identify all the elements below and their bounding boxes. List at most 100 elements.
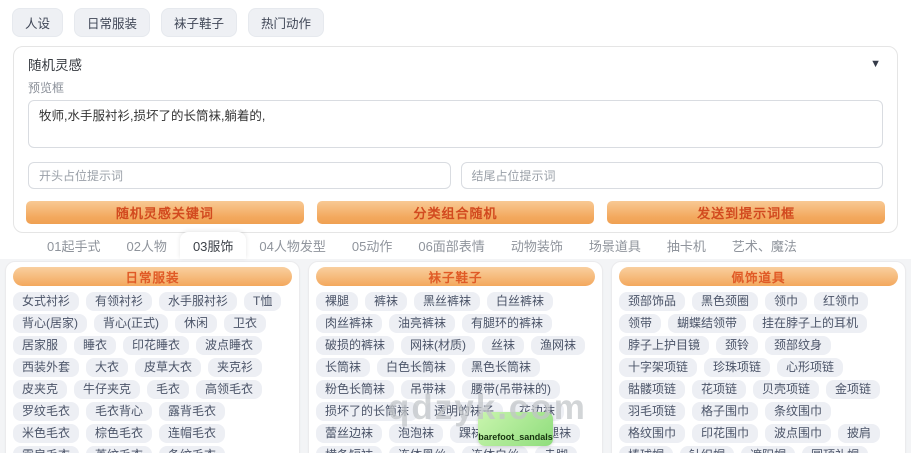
- tab-7[interactable]: 动物装饰: [498, 232, 576, 259]
- tag-pill[interactable]: 连体黑丝: [389, 446, 455, 453]
- tag-pill[interactable]: 背心(正式): [94, 314, 168, 333]
- top-tag-chip[interactable]: 日常服装: [74, 8, 150, 37]
- tag-pill[interactable]: 睡衣: [74, 336, 116, 355]
- tag-pill[interactable]: 渔网袜: [531, 336, 585, 355]
- tag-pill[interactable]: 裸腿: [316, 292, 358, 311]
- tag-pill[interactable]: 黑色长筒袜: [462, 358, 540, 377]
- tag-pill[interactable]: 水手服衬衫: [159, 292, 237, 311]
- tag-pill[interactable]: 珍珠项链: [704, 358, 770, 377]
- tag-pill[interactable]: 居家服: [13, 336, 67, 355]
- tag-pill[interactable]: 黑色颈圈: [692, 292, 758, 311]
- tag-pill[interactable]: 格子围巾: [692, 402, 758, 421]
- tab-5[interactable]: 05动作: [339, 232, 405, 259]
- tag-pill[interactable]: 披肩: [838, 424, 880, 443]
- tag-pill[interactable]: 肉丝裤袜: [316, 314, 382, 333]
- tab-10[interactable]: 艺术、魔法: [719, 232, 810, 259]
- tag-pill[interactable]: 蝴蝶结领带: [668, 314, 746, 333]
- tab-2[interactable]: 02人物: [113, 232, 179, 259]
- tag-pill[interactable]: 毛衣: [147, 380, 189, 399]
- tag-pill[interactable]: 菱纹毛衣: [86, 446, 152, 453]
- tag-pill[interactable]: 格纹围巾: [619, 424, 685, 443]
- tag-pill[interactable]: 连体白丝: [462, 446, 528, 453]
- panel-header[interactable]: 日常服装: [13, 267, 292, 286]
- tag-pill[interactable]: 条纹毛衣: [159, 446, 225, 453]
- tag-pill[interactable]: 吊带袜: [401, 380, 455, 399]
- tab-6[interactable]: 06面部表情: [405, 232, 497, 259]
- tag-pill[interactable]: 遮阳帽: [741, 446, 795, 453]
- top-tag-chip[interactable]: 袜子鞋子: [161, 8, 237, 37]
- tab-9[interactable]: 抽卡机: [654, 232, 719, 259]
- tag-pill[interactable]: 印花围巾: [692, 424, 758, 443]
- tag-pill[interactable]: 颈部纹身: [765, 336, 831, 355]
- tag-pill[interactable]: 针织帽: [680, 446, 734, 453]
- tag-pill[interactable]: 领带: [619, 314, 661, 333]
- tag-pill[interactable]: 心形项链: [777, 358, 843, 377]
- category-combo-random-button[interactable]: 分类组合随机: [317, 201, 595, 224]
- panel-header[interactable]: 袜子鞋子: [316, 267, 595, 286]
- tag-pill[interactable]: 颈部饰品: [619, 292, 685, 311]
- tag-pill[interactable]: 圆顶礼帽: [802, 446, 868, 453]
- top-tag-chip[interactable]: 人设: [12, 8, 63, 37]
- tab-8[interactable]: 场景道具: [576, 232, 654, 259]
- tag-pill[interactable]: 泡泡袜: [389, 424, 443, 443]
- tag-pill[interactable]: 粉色长筒袜: [316, 380, 394, 399]
- preview-textarea[interactable]: 牧师,水手服衬衫,损坏了的长筒袜,躺着的,: [28, 100, 883, 148]
- tag-pill[interactable]: 露肩毛衣: [13, 446, 79, 453]
- tag-pill[interactable]: 大衣: [86, 358, 128, 377]
- prefix-prompt-input[interactable]: [28, 162, 451, 189]
- tag-pill[interactable]: 长筒袜: [316, 358, 370, 377]
- tag-pill[interactable]: 条纹围巾: [765, 402, 831, 421]
- tag-pill[interactable]: 女式衬衫: [13, 292, 79, 311]
- tag-pill[interactable]: 有领衬衫: [86, 292, 152, 311]
- tag-pill[interactable]: 白色长筒袜: [377, 358, 455, 377]
- tag-pill[interactable]: 红领巾: [814, 292, 868, 311]
- tag-pill[interactable]: 十字架项链: [619, 358, 697, 377]
- send-to-prompt-box-button[interactable]: 发送到提示词框: [607, 201, 885, 224]
- tag-pill[interactable]: 贝壳项链: [753, 380, 819, 399]
- tag-pill[interactable]: 领巾: [765, 292, 807, 311]
- tab-1[interactable]: 01起手式: [34, 232, 113, 259]
- tab-3[interactable]: 03服饰: [180, 232, 246, 259]
- tag-pill[interactable]: 蕾丝边袜: [316, 424, 382, 443]
- tag-pill[interactable]: 裤袜: [365, 292, 407, 311]
- tag-pill[interactable]: 皮草大衣: [135, 358, 201, 377]
- tag-pill[interactable]: 印花睡衣: [123, 336, 189, 355]
- tag-pill[interactable]: 米色毛衣: [13, 424, 79, 443]
- tag-pill[interactable]: 横条短袜: [316, 446, 382, 453]
- tag-pill[interactable]: 露背毛衣: [159, 402, 225, 421]
- panel-header[interactable]: 佩饰道具: [619, 267, 898, 286]
- tag-pill[interactable]: 破损的裤袜: [316, 336, 394, 355]
- tag-pill[interactable]: 骷髅项链: [619, 380, 685, 399]
- tag-pill[interactable]: 棒球帽: [619, 446, 673, 453]
- tag-pill[interactable]: 羽毛项链: [619, 402, 685, 421]
- tag-pill[interactable]: 损坏了的长筒袜: [316, 402, 418, 421]
- tag-pill[interactable]: 网袜(材质): [401, 336, 475, 355]
- tag-pill[interactable]: 金项链: [826, 380, 880, 399]
- tag-pill[interactable]: 有腿环的裤袜: [462, 314, 552, 333]
- tag-pill[interactable]: 背心(居家): [13, 314, 87, 333]
- tag-pill[interactable]: 连帽毛衣: [159, 424, 225, 443]
- tag-pill[interactable]: 牛仔夹克: [74, 380, 140, 399]
- collapse-arrow-icon[interactable]: ▼: [868, 58, 883, 70]
- tag-pill[interactable]: 高领毛衣: [196, 380, 262, 399]
- tag-pill[interactable]: 挂在脖子上的耳机: [753, 314, 867, 333]
- tag-pill[interactable]: 丝袜: [482, 336, 524, 355]
- tag-pill[interactable]: 西装外套: [13, 358, 79, 377]
- tag-pill[interactable]: 棕色毛衣: [86, 424, 152, 443]
- tag-pill[interactable]: 油亮裤袜: [389, 314, 455, 333]
- tag-pill[interactable]: 白丝裤袜: [487, 292, 553, 311]
- tag-pill[interactable]: 黑丝裤袜: [414, 292, 480, 311]
- tag-pill[interactable]: 夹克衫: [208, 358, 262, 377]
- tag-pill[interactable]: 休闲: [175, 314, 217, 333]
- tag-pill[interactable]: 花项链: [692, 380, 746, 399]
- random-inspiration-keywords-button[interactable]: 随机灵感关键词: [26, 201, 304, 224]
- tag-pill[interactable]: T恤: [244, 292, 281, 311]
- tag-pill[interactable]: 皮夹克: [13, 380, 67, 399]
- tag-pill[interactable]: 波点睡衣: [196, 336, 262, 355]
- tag-pill[interactable]: 腰带(吊带袜的): [462, 380, 560, 399]
- top-tag-chip[interactable]: 热门动作: [248, 8, 324, 37]
- tag-pill[interactable]: 脖子上护目镜: [619, 336, 709, 355]
- tag-pill[interactable]: 赤脚: [535, 446, 577, 453]
- tag-pill[interactable]: 卫衣: [224, 314, 266, 333]
- suffix-prompt-input[interactable]: [461, 162, 884, 189]
